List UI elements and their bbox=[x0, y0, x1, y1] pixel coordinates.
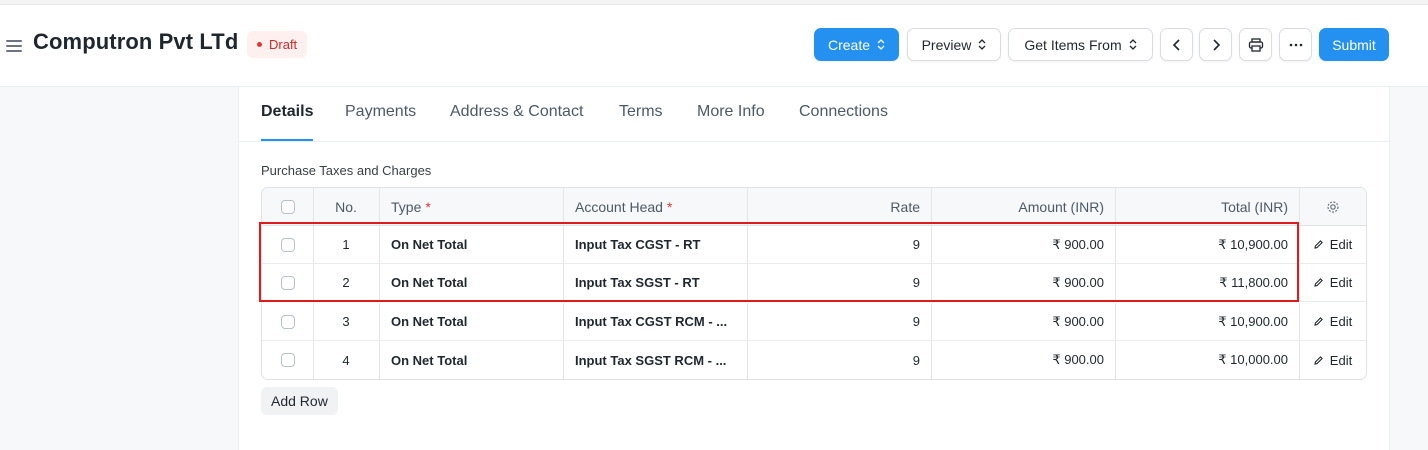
more-button[interactable] bbox=[1279, 28, 1312, 61]
previous-button[interactable] bbox=[1160, 28, 1193, 61]
printer-icon bbox=[1248, 37, 1263, 52]
print-button[interactable] bbox=[1239, 28, 1272, 61]
status-badge: Draft bbox=[247, 31, 308, 58]
row-type[interactable]: On Net Total bbox=[391, 264, 561, 301]
row-total: ₹ 10,900.00 bbox=[1218, 313, 1288, 329]
row-amount: ₹ 900.00 bbox=[1052, 236, 1104, 252]
table-row[interactable]: 2 On Net Total Input Tax SGST - RT 9 ₹ 900.0… bbox=[262, 264, 1366, 302]
row-number: 2 bbox=[342, 275, 350, 290]
row-number: 3 bbox=[342, 314, 350, 329]
row-edit-button[interactable]: Edit bbox=[1299, 303, 1366, 340]
row-account-head[interactable]: Input Tax SGST RCM - ... bbox=[575, 341, 745, 379]
row-total: ₹ 11,800.00 bbox=[1219, 274, 1288, 290]
row-edit-label: Edit bbox=[1329, 237, 1353, 252]
table-row[interactable]: 4 On Net Total Input Tax SGST RCM - ... 9 ₹ … bbox=[262, 341, 1366, 379]
table-header: No. Type * Account Head * Rate Amount (INR… bbox=[262, 188, 1366, 226]
row-checkbox[interactable] bbox=[280, 353, 295, 367]
row-account-head[interactable]: Input Tax SGST - RT bbox=[575, 264, 745, 301]
taxes-table: No. Type * Account Head * Rate Amount (INR… bbox=[261, 187, 1367, 380]
pencil-icon bbox=[1314, 240, 1323, 249]
chevron-left-icon bbox=[1172, 38, 1180, 51]
chevron-right-icon bbox=[1212, 38, 1220, 51]
tab-connections[interactable]: Connections bbox=[799, 103, 888, 121]
settings-icon[interactable] bbox=[1299, 188, 1366, 225]
status-dot-icon bbox=[257, 42, 262, 47]
column-header-type-label: Type bbox=[391, 198, 422, 215]
column-header-no: No. bbox=[335, 198, 357, 215]
row-rate[interactable]: 9 bbox=[747, 264, 920, 301]
get-items-from-button[interactable]: Get Items From bbox=[1008, 28, 1153, 61]
tab-more-info[interactable]: More Info bbox=[697, 103, 765, 121]
row-type[interactable]: On Net Total bbox=[391, 303, 561, 340]
row-account-head[interactable]: Input Tax CGST - RT bbox=[575, 226, 745, 263]
row-account-head[interactable]: Input Tax CGST RCM - ... bbox=[575, 303, 745, 340]
tab-terms[interactable]: Terms bbox=[619, 103, 663, 121]
active-tab-indicator bbox=[261, 139, 313, 141]
pencil-icon bbox=[1314, 317, 1323, 326]
select-all-checkbox[interactable] bbox=[280, 199, 295, 214]
row-edit-label: Edit bbox=[1329, 352, 1353, 368]
row-checkbox[interactable] bbox=[280, 237, 295, 252]
pencil-icon bbox=[1314, 278, 1323, 287]
row-edit-label: Edit bbox=[1329, 314, 1353, 329]
submit-button[interactable]: Submit bbox=[1319, 28, 1389, 61]
row-number: 1 bbox=[342, 237, 350, 252]
tab-payments[interactable]: Payments bbox=[345, 103, 416, 121]
hamburger-icon[interactable] bbox=[6, 40, 22, 52]
ellipsis-icon bbox=[1289, 43, 1302, 46]
pencil-icon bbox=[1314, 355, 1323, 365]
page-header: Computron Pvt LTd Draft Create Preview G… bbox=[0, 5, 1428, 87]
row-type[interactable]: On Net Total bbox=[391, 226, 561, 263]
column-header-total: Total (INR) bbox=[1221, 198, 1288, 215]
status-label: Draft bbox=[269, 37, 298, 52]
chevron-updown-icon bbox=[877, 39, 885, 50]
column-header-account-head-label: Account Head bbox=[575, 198, 663, 215]
create-button[interactable]: Create bbox=[814, 28, 899, 61]
required-marker: * bbox=[666, 198, 673, 215]
column-header-account-head: Account Head * bbox=[575, 188, 745, 225]
chevron-updown-icon bbox=[1129, 39, 1137, 50]
table-row[interactable]: 1 On Net Total Input Tax CGST - RT 9 ₹ 900.0… bbox=[262, 226, 1366, 264]
preview-button-label: Preview bbox=[921, 36, 972, 53]
submit-button-label: Submit bbox=[1332, 36, 1376, 53]
row-number: 4 bbox=[342, 352, 350, 368]
column-header-type: Type * bbox=[391, 188, 561, 225]
row-amount: ₹ 900.00 bbox=[1052, 313, 1104, 329]
row-total: ₹ 10,900.00 bbox=[1218, 236, 1288, 252]
required-marker: * bbox=[425, 198, 431, 215]
row-rate[interactable]: 9 bbox=[747, 303, 920, 340]
row-edit-button[interactable]: Edit bbox=[1299, 264, 1366, 301]
tab-details[interactable]: Details bbox=[261, 103, 313, 121]
section-title: Purchase Taxes and Charges bbox=[261, 163, 432, 178]
next-button[interactable] bbox=[1199, 28, 1232, 61]
row-amount: ₹ 900.00 bbox=[1052, 352, 1104, 367]
row-edit-button[interactable]: Edit bbox=[1299, 226, 1366, 263]
chevron-updown-icon bbox=[978, 39, 986, 50]
row-edit-label: Edit bbox=[1329, 275, 1353, 290]
get-items-from-label: Get Items From bbox=[1024, 36, 1122, 53]
form-card: Details Payments Address & Contact Terms… bbox=[238, 87, 1390, 450]
row-amount: ₹ 900.00 bbox=[1052, 274, 1104, 290]
preview-button[interactable]: Preview bbox=[907, 28, 1001, 61]
tab-address-contact[interactable]: Address & Contact bbox=[450, 103, 583, 121]
column-header-amount: Amount (INR) bbox=[1018, 198, 1104, 215]
row-checkbox[interactable] bbox=[280, 314, 295, 329]
row-rate[interactable]: 9 bbox=[747, 226, 920, 263]
column-header-rate: Rate bbox=[890, 198, 920, 215]
gear-icon bbox=[1326, 200, 1339, 213]
row-type[interactable]: On Net Total bbox=[391, 341, 561, 379]
table-row[interactable]: 3 On Net Total Input Tax CGST RCM - ... 9 ₹ … bbox=[262, 303, 1366, 341]
row-edit-button[interactable]: Edit bbox=[1299, 341, 1366, 379]
row-total: ₹ 10,000.00 bbox=[1218, 352, 1288, 367]
row-rate[interactable]: 9 bbox=[747, 341, 920, 379]
form-tabs: Details Payments Address & Contact Terms… bbox=[239, 87, 1389, 142]
add-row-button[interactable]: Add Row bbox=[261, 387, 338, 415]
create-button-label: Create bbox=[827, 36, 871, 53]
row-checkbox[interactable] bbox=[280, 275, 295, 290]
page-title: Computron Pvt LTd bbox=[33, 29, 239, 54]
